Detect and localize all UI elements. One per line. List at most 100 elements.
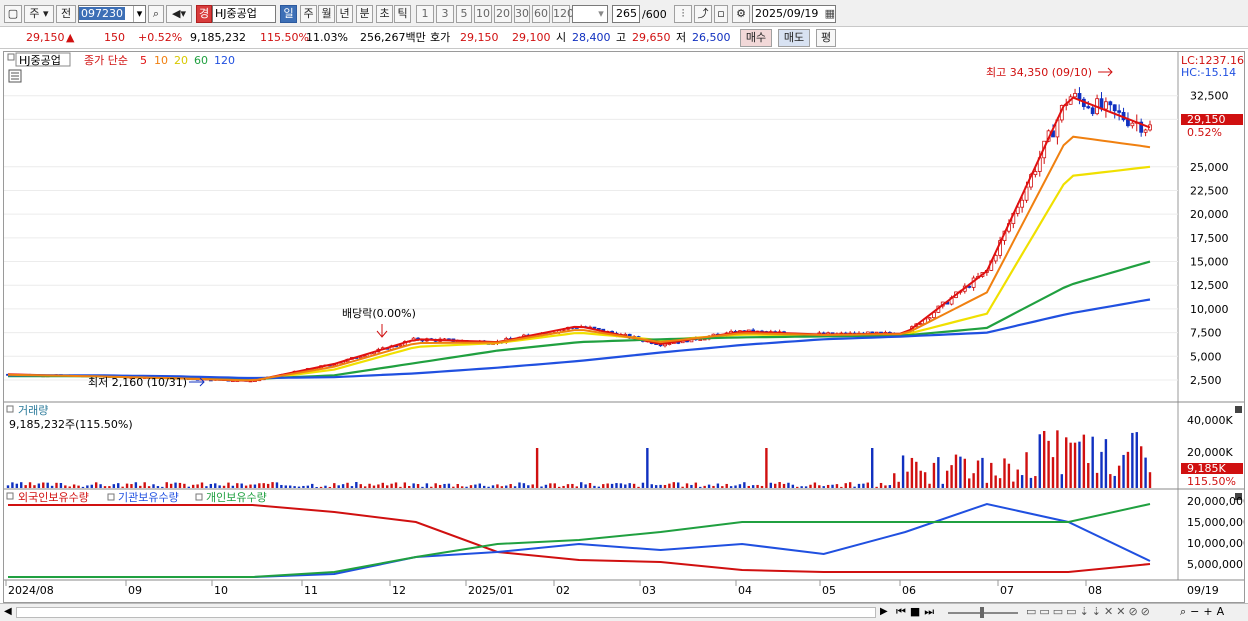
- candle-body: [1117, 110, 1122, 113]
- volume-bar: [906, 471, 909, 488]
- gear-icon[interactable]: ⚙: [732, 5, 750, 23]
- x-label: 07: [1000, 584, 1014, 597]
- prev-button[interactable]: 전: [56, 5, 76, 23]
- zoom-tools-icons[interactable]: ⌕−+A: [1180, 605, 1228, 619]
- period-button[interactable]: 년: [336, 5, 353, 23]
- individual-holding-line: [8, 503, 1151, 578]
- period-button[interactable]: 분: [356, 5, 373, 23]
- volume-bar: [465, 486, 468, 488]
- volume-bar: [99, 484, 102, 488]
- x-end-label: 09/19: [1187, 584, 1219, 597]
- volume-bar: [227, 482, 230, 488]
- interval-button[interactable]: 1: [416, 5, 434, 23]
- date-field[interactable]: 2025/09/19 ▦: [752, 5, 836, 23]
- volume-bar: [1104, 439, 1108, 488]
- volume-bar: [169, 483, 173, 488]
- volume-bar: [888, 485, 892, 488]
- volume-bar: [544, 484, 548, 488]
- save-icon[interactable]: ▫: [714, 5, 728, 23]
- chart-tools-icons[interactable]: ▭▭▭▭⇣⇣✕✕⊘⊘: [1026, 605, 1153, 618]
- volume-bar: [606, 483, 609, 488]
- period-button[interactable]: 초: [376, 5, 393, 23]
- volume-bar: [1025, 452, 1028, 488]
- period-button[interactable]: 일: [280, 5, 297, 23]
- up-triangle-icon: ▲: [66, 31, 75, 44]
- volume-bar: [562, 485, 565, 488]
- ask-price: 29,150: [460, 31, 499, 44]
- volume-bar: [121, 486, 124, 488]
- volume-bar: [469, 485, 473, 488]
- buy-button[interactable]: 매수: [740, 29, 772, 47]
- price-y-tick: 22,500: [1190, 184, 1229, 197]
- volume-bar: [271, 482, 274, 488]
- volume-bar: [196, 484, 199, 488]
- interval-button[interactable]: 5: [456, 5, 472, 23]
- candle-type-icon[interactable]: ⫶: [674, 5, 692, 23]
- period-main-select[interactable]: 주 ▾: [24, 5, 54, 23]
- holding-y-tick: 15,000,000: [1187, 516, 1244, 529]
- sell-button[interactable]: 매도: [778, 29, 810, 47]
- volume-bar: [760, 485, 764, 488]
- volume-bar: [990, 462, 993, 488]
- scroll-left-icon[interactable]: ◀: [4, 606, 12, 617]
- candle-body: [1020, 199, 1025, 208]
- stock-name-field[interactable]: HJ중공업: [212, 5, 276, 23]
- holding-panel-handle-icon[interactable]: [6, 492, 14, 500]
- low-label: 저: [676, 31, 687, 44]
- interval-button[interactable]: 3: [436, 5, 454, 23]
- volume-bar: [694, 482, 698, 488]
- volume-bar: [641, 482, 645, 488]
- interval-button[interactable]: 120: [552, 5, 574, 23]
- volume-bar: [1020, 475, 1024, 488]
- volume-bar: [619, 483, 623, 488]
- volume-bar: [412, 483, 415, 488]
- volume-bar: [434, 483, 437, 488]
- interval-custom-select[interactable]: ▾: [572, 5, 608, 23]
- candle-body: [1108, 101, 1113, 106]
- volume-bar: [178, 482, 182, 488]
- high-note: 최고 34,350 (09/10): [986, 66, 1092, 79]
- period-button[interactable]: 월: [318, 5, 335, 23]
- volume-bar: [1078, 441, 1081, 488]
- window-icon[interactable]: ▢: [4, 5, 22, 23]
- interval-button[interactable]: 20: [494, 5, 512, 23]
- interval-button[interactable]: 30: [514, 5, 530, 23]
- volume-bar: [1056, 430, 1059, 488]
- ma-label: 종가 단순: [84, 54, 128, 67]
- speaker-icon[interactable]: ◀▾: [166, 5, 192, 23]
- volume-panel-handle-icon[interactable]: [6, 405, 14, 413]
- code-input[interactable]: 097230 ▾: [78, 5, 146, 23]
- volume-bar: [346, 482, 349, 488]
- volume-bar: [421, 486, 424, 488]
- volume-bar: [672, 482, 675, 488]
- volume-bar: [659, 484, 662, 488]
- chart-area[interactable]: HJ중공업 종가 단순 5 10 20 60 120 LC:1237.16 HC…: [3, 51, 1248, 603]
- volume-bar: [425, 483, 429, 488]
- volume-bar: [588, 483, 592, 488]
- volume-bar: [654, 485, 658, 488]
- price-chart-svg[interactable]: HJ중공업 종가 단순 5 10 20 60 120 LC:1237.16 HC…: [4, 52, 1248, 602]
- eval-button[interactable]: 평: [816, 29, 836, 47]
- interval-button[interactable]: 60: [532, 5, 550, 23]
- volume-bar: [205, 486, 208, 488]
- playback-controls-icon[interactable]: ⏮■⏭: [896, 605, 938, 619]
- volume-bar: [513, 486, 517, 488]
- count-input[interactable]: 265: [612, 5, 640, 23]
- draw-tool-icon[interactable]: ⤴: [694, 5, 712, 23]
- volume-bar: [813, 482, 817, 488]
- volume-bar: [108, 486, 111, 488]
- volume-panel-close-icon[interactable]: [1235, 406, 1242, 413]
- panel-handle-icon[interactable]: [7, 53, 15, 61]
- period-button[interactable]: 틱: [394, 5, 411, 23]
- scroll-right-icon[interactable]: ▶: [880, 606, 888, 617]
- volume-bar: [81, 486, 85, 488]
- scroll-track[interactable]: [16, 607, 876, 618]
- period-button[interactable]: 주: [300, 5, 317, 23]
- candle-body: [1143, 129, 1148, 133]
- volume-bar: [1038, 434, 1041, 488]
- zoom-slider-thumb[interactable]: [980, 607, 984, 618]
- interval-button[interactable]: 10: [474, 5, 492, 23]
- volume-bar: [218, 485, 221, 488]
- search-icon[interactable]: ⌕: [148, 5, 164, 23]
- volume-bar: [438, 484, 442, 488]
